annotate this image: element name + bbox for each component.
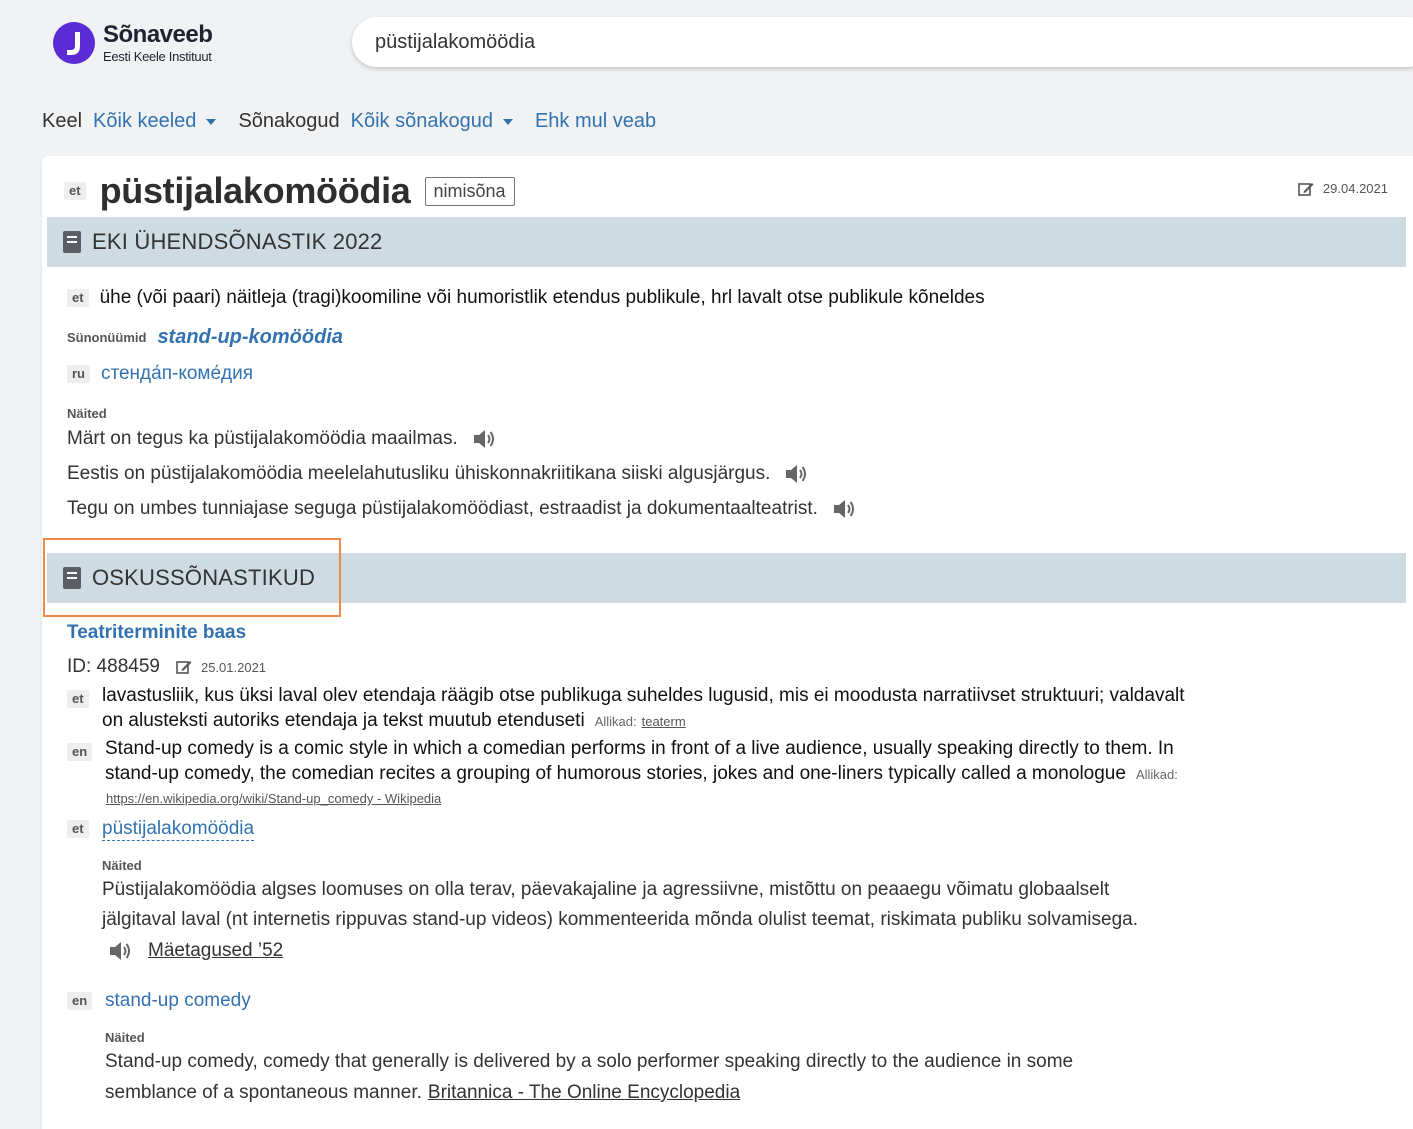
dataset-link[interactable]: Teatriterminite baas — [67, 622, 246, 644]
synonyms-label: Sünonüümid — [67, 330, 147, 345]
caret-down-icon — [206, 118, 217, 125]
term-en-example-line2-row: semblance of a spontaneous manner. Brita… — [105, 1082, 740, 1104]
source-link[interactable]: teaterm — [642, 714, 686, 729]
book-icon — [63, 231, 81, 253]
entry-date: 29.04.2021 — [1298, 181, 1388, 196]
collections-label: Sõnakogud — [238, 110, 340, 132]
source-link[interactable]: https://en.wikipedia.org/wiki/Stand-up_c… — [106, 791, 441, 806]
def-en-lang-tag: en — [67, 743, 93, 761]
term-et-lang-tag: et — [67, 820, 89, 838]
caret-down-icon — [502, 118, 513, 125]
term-date: 25.01.2021 — [200, 659, 267, 675]
example-item: Eestis on püstijalakomöödia meelelahutus… — [67, 463, 808, 485]
search-input-value: püstijalakomöödia — [375, 30, 536, 53]
def-en-line2: stand-up comedy, the comedian recites a … — [105, 763, 1126, 784]
example-text: Eestis on püstijalakomöödia meelelahutus… — [67, 463, 771, 484]
translation-link[interactable]: стенда́п-коме́дия — [101, 363, 253, 385]
section-eki-title: EKI ÜHENDSÕNASTIK 2022 — [92, 229, 383, 254]
examples-label: Näited — [105, 1030, 145, 1045]
example-source-link[interactable]: Britannica - The Online Encyclopedia — [428, 1082, 740, 1104]
examples-label: Näited — [102, 858, 142, 873]
example-item: Märt on tegus ka püstijalakomöödia maail… — [67, 428, 496, 450]
speaker-icon[interactable] — [832, 498, 856, 520]
term-id-row: ID: 488459 25.01.2021 — [67, 656, 266, 678]
headword: püstijalakomöödia — [99, 170, 411, 211]
def-et-line1: lavastusliik, kus üksi laval olev etenda… — [102, 685, 1185, 706]
filters-bar: Keel Kõik keeled Sõnakogud Kõik sõnakogu… — [42, 110, 656, 133]
def-et-line2-row: on alusteksti autoriks etendaja ja tekst… — [102, 710, 686, 732]
term-en-example-line2: semblance of a spontaneous manner. — [105, 1082, 422, 1103]
speaker-icon[interactable] — [472, 428, 496, 450]
highlight-box — [43, 538, 341, 617]
entry-card: et püstijalakomöödia nimisõna 29.04.2021… — [42, 156, 1413, 1129]
examples-label: Näited — [67, 406, 107, 421]
example-item: Tegu on umbes tunniajase seguga püstijal… — [67, 498, 856, 520]
pos-tag: nimisõna — [424, 176, 515, 206]
logo-icon — [53, 22, 95, 64]
section-eki-header[interactable]: EKI ÜHENDSÕNASTIK 2022 — [47, 217, 1413, 267]
definition-row: et ühe (või paari) näitleja (tragi)koomi… — [67, 287, 985, 309]
def-et-lang-tag: et — [67, 690, 89, 708]
collections-dropdown[interactable]: Kõik sõnakogud — [351, 110, 513, 133]
typo-link[interactable]: Ehk mul veab — [535, 110, 656, 133]
collections-dropdown-value: Kõik sõnakogud — [350, 110, 493, 132]
headword-lang-tag: et — [64, 182, 86, 200]
term-en-example-line1: Stand-up comedy, comedy that generally i… — [105, 1051, 1074, 1072]
translation-lang-tag: ru — [67, 365, 90, 383]
def-en-line2-row: stand-up comedy, the comedian recites a … — [105, 763, 1178, 785]
brand-subtitle: Eesti Keele Instituut — [103, 49, 212, 64]
example-source-link[interactable]: Mäetagused ’52 — [148, 940, 283, 962]
source-label: Allikad: — [594, 714, 637, 729]
language-dropdown[interactable]: Kõik keeled — [93, 110, 217, 133]
term-et-link[interactable]: püstijalakomöödia — [102, 818, 255, 841]
synonyms-row: Sünonüümid stand-up-komöödia — [67, 326, 343, 349]
search-input[interactable]: püstijalakomöödia — [352, 17, 1413, 67]
brand-title: Sõnaveeb — [103, 21, 213, 48]
term-et-example-source-row: Mäetagused ’52 — [108, 940, 283, 962]
term-id: ID: 488459 — [67, 656, 160, 677]
example-text: Tegu on umbes tunniajase seguga püstijal… — [67, 498, 818, 519]
def-et-line2: on alusteksti autoriks etendaja ja tekst… — [102, 710, 585, 731]
edit-icon — [176, 661, 192, 674]
term-et-example-line1: Püstijalakomöödia algses loomuses on oll… — [102, 879, 1110, 900]
speaker-icon[interactable] — [784, 463, 808, 485]
source-label: Allikad: — [1135, 767, 1178, 782]
example-text: Märt on tegus ka püstijalakomöödia maail… — [67, 428, 458, 449]
entry-date-text: 29.04.2021 — [1322, 181, 1388, 196]
language-dropdown-value: Kõik keeled — [93, 110, 197, 132]
def-en-line1: Stand-up comedy is a comic style in whic… — [105, 738, 1174, 759]
speaker-icon[interactable] — [108, 940, 132, 962]
scrollbar[interactable] — [1406, 156, 1413, 1129]
definition-lang-tag: et — [67, 289, 89, 307]
term-en-link[interactable]: stand-up comedy — [105, 990, 251, 1012]
term-en-lang-tag: en — [67, 992, 93, 1010]
brand-logo[interactable]: Sõnaveeb Eesti Keele Instituut — [53, 21, 213, 64]
edit-icon — [1298, 182, 1314, 196]
language-label: Keel — [42, 110, 83, 132]
translation-row: ru стенда́п-коме́дия — [67, 363, 253, 385]
definition-text: ühe (või paari) näitleja (tragi)koomilin… — [99, 287, 985, 308]
synonym-link[interactable]: stand-up-komöödia — [157, 326, 343, 349]
term-et-example-line2: jälgitaval laval (nt internetis rippuvas… — [102, 909, 1138, 930]
